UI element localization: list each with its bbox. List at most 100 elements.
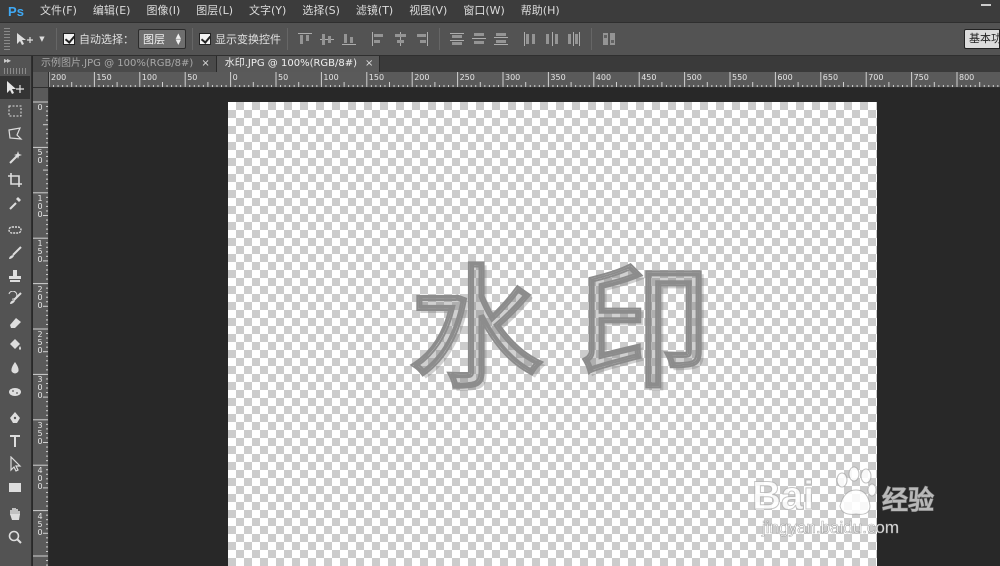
ruler-label: 50 <box>278 73 289 82</box>
align-top-edges-icon[interactable] <box>297 31 313 47</box>
menu-window[interactable]: 窗口(W) <box>455 0 512 22</box>
history-brush-tool-button[interactable] <box>0 287 30 310</box>
ruler-label: 500 <box>686 73 702 82</box>
ruler-label: 250 <box>37 330 43 355</box>
auto-select-checkbox[interactable]: 自动选择： <box>63 31 134 47</box>
lasso-tool-button[interactable] <box>0 122 30 145</box>
watermark-text-layer[interactable]: 水印 <box>409 259 746 401</box>
ruler-label: 350 <box>37 420 43 446</box>
align-left-edges-icon[interactable] <box>370 31 386 47</box>
clone-stamp-tool-button[interactable] <box>0 264 30 287</box>
align-right-edges-icon[interactable] <box>414 31 430 47</box>
tool-preset-picker[interactable]: ▼ <box>10 27 50 51</box>
auto-select-target-value: 图层 <box>143 33 165 46</box>
move-tool-button[interactable] <box>0 76 30 99</box>
options-separator <box>192 28 193 50</box>
distribute-left-edges-icon[interactable] <box>522 31 538 47</box>
ruler-label: 200 <box>51 73 67 82</box>
type-tool-button[interactable] <box>0 429 30 452</box>
baidu-jingyan-text: 经验 <box>881 486 935 517</box>
options-separator <box>439 28 440 50</box>
menu-edit[interactable]: 编辑(E) <box>85 0 139 22</box>
options-separator <box>591 28 592 50</box>
menu-help[interactable]: 帮助(H) <box>513 0 568 22</box>
eyedropper-tool-button[interactable] <box>0 191 30 214</box>
menu-view[interactable]: 视图(V) <box>401 0 455 22</box>
distribute-horizontal-centers-icon[interactable] <box>544 31 560 47</box>
brush-icon <box>9 245 22 259</box>
ruler-label: 100 <box>323 73 339 82</box>
auto-select-target-dropdown[interactable]: 图层 ▲ ▼ <box>138 29 186 49</box>
ruler-label: 0 <box>232 73 238 82</box>
distribute-bottom-edges-icon[interactable] <box>493 31 509 47</box>
tools-panel-grip[interactable] <box>4 68 27 74</box>
rectangular-marquee-icon <box>8 105 22 116</box>
auto-align-layers-icon[interactable] <box>601 31 617 47</box>
minimize-icon <box>981 4 991 6</box>
rectangle-tool-button[interactable] <box>0 475 30 498</box>
hand-tool-button[interactable] <box>0 502 30 525</box>
brush-tool-button[interactable] <box>0 241 30 264</box>
magnifier-icon <box>8 530 22 544</box>
tab-label: 示例图片.JPG @ 100%(RGB/8#) <box>41 58 194 69</box>
tab-label: 水印.JPG @ 100%(RGB/8#) <box>224 58 358 69</box>
ruler-label: 700 <box>868 73 884 82</box>
marquee-tool-button[interactable] <box>0 99 30 122</box>
ruler-label: 450 <box>641 73 657 82</box>
horizontal-ruler[interactable]: 200 150 100 50 0 50 100 150 200 250 300 350 400 450 50… <box>49 72 1000 88</box>
tab-watermark[interactable]: 水印.JPG @ 100%(RGB/8#) × <box>216 56 381 72</box>
type-t-icon <box>10 434 20 447</box>
ruler-label: 150 <box>368 73 385 82</box>
checkbox-checked-icon <box>63 33 75 45</box>
options-bar: ▼ 自动选择： 图层 ▲▼ 显示变换控件 基本功能 <box>0 22 1000 56</box>
show-transform-checkbox[interactable]: 显示变换控件 <box>199 31 281 47</box>
vertical-ruler[interactable]: 0 50 100 150 200 250 300 350 400 450 <box>33 88 49 566</box>
healing-brush-tool-button[interactable] <box>0 218 30 241</box>
dodge-tool-button[interactable] <box>0 379 30 402</box>
ruler-label: 100 <box>141 73 158 82</box>
ruler-label: 200 <box>37 284 43 310</box>
eraser-tool-button[interactable] <box>0 310 30 333</box>
show-transform-label: 显示变换控件 <box>215 33 281 46</box>
photoshop-logo: Ps <box>8 3 24 19</box>
history-brush-icon <box>8 290 22 304</box>
ruler-label: 250 <box>459 73 475 82</box>
blur-drop-icon <box>11 361 19 373</box>
path-selection-tool-button[interactable] <box>0 452 30 475</box>
ruler-label: 100 <box>37 193 43 219</box>
menu-layer[interactable]: 图层(L) <box>188 0 241 22</box>
paint-bucket-tool-button[interactable] <box>0 333 30 356</box>
menu-select[interactable]: 选择(S) <box>294 0 348 22</box>
blur-tool-button[interactable] <box>0 356 30 379</box>
zoom-tool-button[interactable] <box>0 525 30 548</box>
tab-sample-image[interactable]: 示例图片.JPG @ 100%(RGB/8#) × <box>33 56 217 72</box>
crop-tool-button[interactable] <box>0 168 30 191</box>
path-selection-icon <box>10 455 22 472</box>
ruler-origin[interactable] <box>33 72 49 88</box>
align-horizontal-centers-icon[interactable] <box>392 31 408 47</box>
window-minimize-button[interactable] <box>972 0 1000 10</box>
auto-select-label: 自动选择： <box>79 33 134 46</box>
menu-image[interactable]: 图像(I) <box>138 0 188 22</box>
menu-file[interactable]: 文件(F) <box>32 0 85 22</box>
magic-wand-icon <box>9 150 22 164</box>
ruler-label: 50 <box>37 148 43 166</box>
magic-wand-tool-button[interactable] <box>0 145 30 168</box>
close-icon[interactable]: × <box>365 56 373 72</box>
align-vertical-centers-icon[interactable] <box>319 31 335 47</box>
sponge-icon <box>9 387 21 396</box>
menu-filter[interactable]: 滤镜(T) <box>348 0 401 22</box>
close-icon[interactable]: × <box>201 56 209 72</box>
distribute-vertical-centers-icon[interactable] <box>471 31 487 47</box>
ruler-label: 0 <box>37 103 43 112</box>
workspace-switcher-button[interactable]: 基本功能 <box>964 29 1000 49</box>
pen-tool-button[interactable] <box>0 406 30 429</box>
collapse-panel-icon[interactable]: ▸▸ <box>0 56 31 66</box>
distribute-right-edges-icon[interactable] <box>566 31 582 47</box>
align-bottom-edges-icon[interactable] <box>341 31 357 47</box>
paint-bucket-icon <box>10 338 21 350</box>
menu-type[interactable]: 文字(Y) <box>241 0 294 22</box>
distribute-top-edges-icon[interactable] <box>449 31 465 47</box>
move-tool-icon <box>7 80 24 94</box>
ruler-label: 550 <box>732 73 748 82</box>
